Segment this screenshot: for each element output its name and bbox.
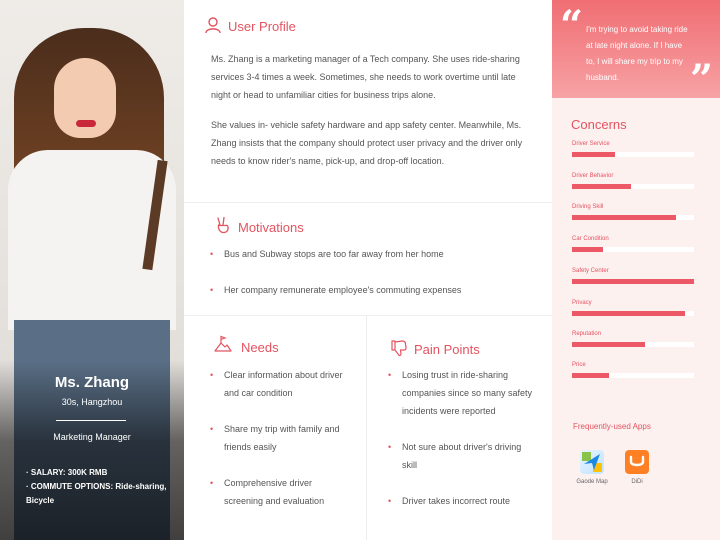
quote-open-icon: “ — [560, 2, 584, 49]
concern-label: Driver Service — [572, 141, 610, 147]
profile-title: User Profile — [228, 19, 296, 34]
bullet-icon: • — [210, 478, 214, 488]
concern-row: Privacy — [572, 299, 694, 316]
concern-bar-track — [572, 247, 694, 252]
persona-age-location: 30s, Hangzhou — [61, 397, 123, 407]
concern-bar-track — [572, 311, 694, 316]
persona-name: Ms. Zhang — [54, 374, 130, 391]
app-didi: DiDi — [617, 450, 657, 485]
motivation-text: Bus and Subway stops are too far away fr… — [224, 249, 444, 259]
user-icon — [205, 17, 221, 34]
concern-bar-track — [572, 342, 694, 347]
pain-point-text: Driver takes incorrect route — [402, 496, 511, 506]
flag-mountain-icon — [214, 335, 232, 352]
profile-text: Ms. Zhang is a marketing manager of a Te… — [211, 50, 529, 182]
motivation-text: Her company remunerate employee's commut… — [224, 285, 462, 295]
pain-points-title: Pain Points — [414, 342, 480, 357]
list-item: • Not sure about driver's driving skill — [388, 438, 538, 474]
gaode-map-glyph — [582, 452, 602, 472]
quote-text: I'm trying to avoid taking ride at late … — [586, 25, 688, 82]
gaode-map-icon — [580, 450, 604, 474]
need-text: Comprehensive driver screening and evalu… — [224, 478, 325, 506]
needs-list: • Clear information about driver and car… — [210, 366, 350, 510]
bullet-icon: • — [210, 370, 214, 380]
concern-bar-track — [572, 279, 694, 284]
motivations-list: • Bus and Subway stops are too far away … — [210, 249, 540, 295]
list-item: • Her company remunerate employee's comm… — [210, 285, 540, 295]
needs-title: Needs — [241, 340, 279, 355]
motivations-title: Motivations — [238, 220, 304, 235]
concern-bar-fill — [572, 342, 646, 347]
concern-bar-fill — [572, 215, 676, 220]
concern-row: Reputation — [572, 330, 694, 347]
concern-row: Car Condition — [572, 235, 694, 252]
profile-paragraph: Ms. Zhang is a marketing manager of a Te… — [211, 54, 520, 100]
need-text: Share my trip with family and friends ea… — [224, 424, 340, 452]
concern-label: Driver Behavior — [572, 173, 614, 179]
list-item: • Driver takes incorrect route — [388, 492, 538, 510]
bullet-icon: • — [388, 370, 392, 380]
concerns-panel: “ I'm trying to avoid taking ride at lat… — [552, 0, 720, 540]
column-divider — [366, 316, 367, 540]
bullet-icon: • — [210, 249, 214, 259]
apps-title: Frequently-used Apps — [573, 422, 651, 431]
concern-bar-track — [572, 215, 694, 220]
concern-label: Price — [572, 362, 586, 368]
concern-row: Driver Service — [572, 140, 694, 157]
app-label: Gaode Map — [576, 479, 608, 485]
section-divider — [184, 202, 552, 203]
section-divider — [184, 315, 552, 316]
persona-fact-salary: · SALARY: 300K RMB — [26, 468, 108, 477]
list-item: • Clear information about driver and car… — [210, 366, 350, 402]
didi-icon — [625, 450, 649, 474]
concern-bar-track — [572, 152, 694, 157]
persona-divider — [56, 420, 126, 421]
quote-box: “ I'm trying to avoid taking ride at lat… — [552, 0, 720, 103]
list-item: • Comprehensive driver screening and eva… — [210, 474, 350, 510]
persona-details: User Profile Ms. Zhang is a marketing ma… — [184, 0, 552, 540]
concern-row: Price — [572, 361, 694, 378]
bullet-icon: • — [388, 442, 392, 452]
concern-row: Driving Skill — [572, 203, 694, 220]
concern-bar-fill — [572, 373, 609, 378]
list-item: • Losing trust in ride-sharing companies… — [388, 366, 538, 420]
concerns-title: Concerns — [571, 117, 627, 132]
concern-bar-fill — [572, 184, 631, 189]
pain-point-text: Not sure about driver's driving skill — [402, 442, 522, 470]
app-label: DiDi — [631, 479, 643, 485]
list-item: • Bus and Subway stops are too far away … — [210, 249, 540, 259]
pain-point-text: Losing trust in ride-sharing companies s… — [402, 370, 533, 416]
bullet-icon: • — [210, 424, 214, 434]
list-item: • Share my trip with family and friends … — [210, 420, 350, 456]
pain-points-list: • Losing trust in ride-sharing companies… — [388, 366, 538, 510]
thumbs-down-icon — [391, 340, 407, 357]
persona-facts: · SALARY: 300K RMB · COMMUTE OPTIONS: Ri… — [26, 466, 176, 508]
app-gaode-map: Gaode Map — [572, 450, 612, 485]
concern-bar-fill — [572, 247, 603, 252]
persona-role: Marketing Manager — [53, 432, 131, 442]
concern-label: Safety Center — [572, 268, 609, 274]
persona-photo-panel: Ms. Zhang 30s, Hangzhou Marketing Manage… — [0, 0, 184, 540]
bullet-icon: • — [388, 496, 392, 506]
concern-bar-fill — [572, 311, 686, 316]
profile-paragraph: She values in- vehicle safety hardware a… — [211, 120, 523, 166]
concern-row: Safety Center — [572, 267, 694, 284]
concern-label: Driving Skill — [572, 204, 604, 210]
concern-bar-fill — [572, 279, 694, 284]
concern-label: Privacy — [572, 300, 592, 306]
bullet-icon: • — [210, 285, 214, 295]
quote-close-icon: ” — [690, 56, 714, 103]
need-text: Clear information about driver and car c… — [224, 370, 343, 398]
didi-glyph — [629, 455, 645, 467]
concern-row: Driver Behavior — [572, 172, 694, 189]
concern-bar-track — [572, 373, 694, 378]
persona-fact-commute: · COMMUTE OPTIONS: Ride-sharing, Bicycle — [26, 482, 167, 505]
concern-bar-fill — [572, 152, 615, 157]
concern-label: Reputation — [572, 331, 602, 337]
persona-photo-lips — [76, 120, 96, 127]
concern-label: Car Condition — [572, 236, 609, 242]
concern-bar-track — [572, 184, 694, 189]
peace-hand-icon — [217, 216, 229, 234]
